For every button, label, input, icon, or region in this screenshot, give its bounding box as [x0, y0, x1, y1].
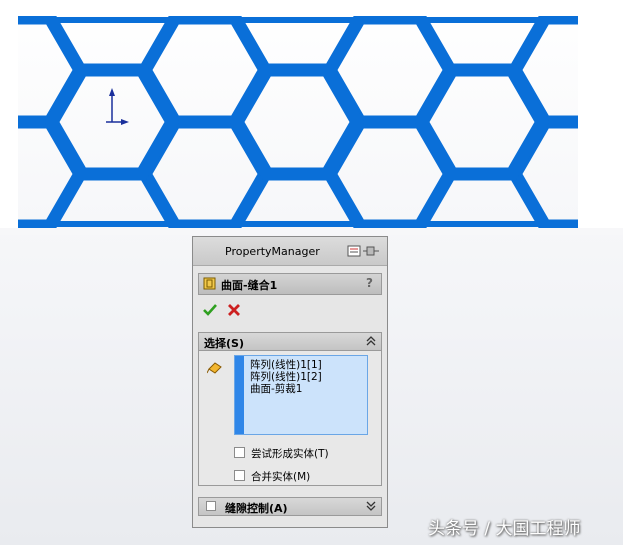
cancel-button[interactable]: [226, 302, 242, 318]
ok-button[interactable]: [202, 302, 218, 318]
list-selection-bar: [235, 356, 244, 434]
watermark-text: 头条号 / 大国工程师: [428, 519, 581, 539]
feature-title-bar: 曲面-缝合1 ?: [198, 273, 382, 295]
list-item[interactable]: 阵列(线性)1[2]: [250, 371, 322, 383]
selection-section-header[interactable]: 选择(S): [198, 332, 382, 351]
merge-solids-checkbox[interactable]: [234, 470, 245, 481]
selection-section-title: 选择(S): [204, 337, 244, 350]
help-icon[interactable]: ?: [366, 276, 373, 290]
feature-title: 曲面-缝合1: [221, 279, 278, 292]
knit-surface-icon: [203, 277, 216, 290]
expand-chevron-icon[interactable]: [365, 499, 377, 513]
list-item[interactable]: 曲面-剪裁1: [250, 383, 322, 395]
collapse-chevron-icon[interactable]: [365, 334, 377, 348]
origin-triad-icon: [106, 88, 129, 125]
pm-header-icons: [347, 244, 381, 261]
gap-control-section-header[interactable]: 缝隙控制(A): [198, 497, 382, 516]
property-manager-panel: PropertyManager 曲面-缝合1 ? 选择(S) 阵列(线性)1[1…: [192, 236, 388, 528]
entities-to-knit-list[interactable]: 阵列(线性)1[1] 阵列(线性)1[2] 曲面-剪裁1: [234, 355, 368, 435]
gap-control-title: 缝隙控制(A): [225, 502, 288, 515]
try-form-solid-checkbox[interactable]: [234, 447, 245, 458]
try-form-solid-label: 尝试形成实体(T): [251, 448, 329, 460]
property-manager-title: PropertyManager: [225, 245, 320, 258]
selection-pushpin-icon: [207, 362, 222, 374]
gap-control-checkbox[interactable]: [206, 501, 216, 511]
selection-section-body: 阵列(线性)1[1] 阵列(线性)1[2] 曲面-剪裁1 尝试形成实体(T) 合…: [198, 351, 382, 486]
hexagon-surface-pattern[interactable]: [0, 18, 623, 226]
pm-pin-icon[interactable]: [347, 244, 381, 258]
property-manager-header: PropertyManager: [193, 237, 387, 266]
merge-solids-label: 合并实体(M): [251, 471, 311, 483]
graphics-viewport[interactable]: [0, 0, 623, 235]
list-item[interactable]: 阵列(线性)1[1]: [250, 359, 322, 371]
